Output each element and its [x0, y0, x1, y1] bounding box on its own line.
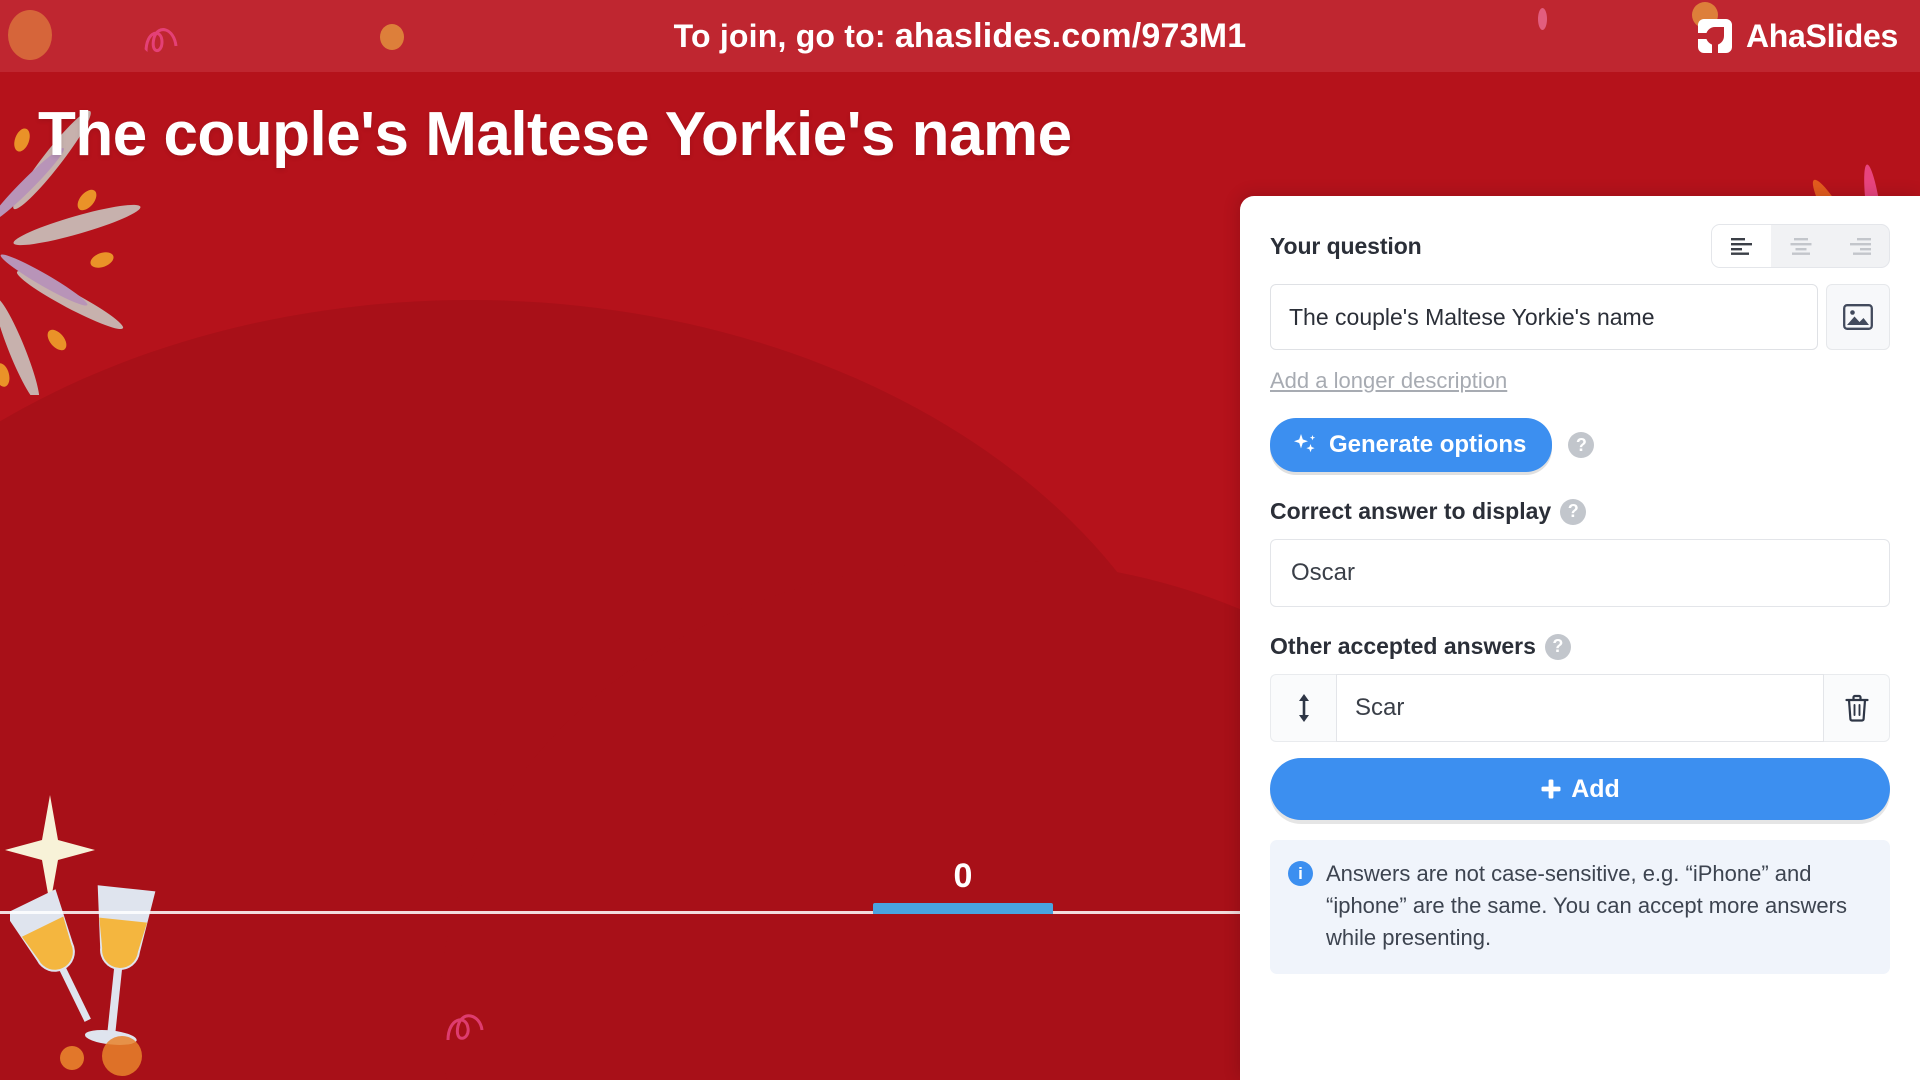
image-icon [1843, 304, 1873, 330]
other-answers-label-row: Other accepted answers ? [1270, 633, 1890, 660]
accepted-answer-delete-button[interactable] [1824, 674, 1890, 742]
other-answers-help-icon[interactable]: ? [1544, 633, 1571, 660]
accepted-answer-input[interactable]: Scar [1336, 674, 1824, 742]
trash-icon [1844, 694, 1869, 722]
text-align-group[interactable] [1711, 224, 1890, 268]
slide-title: The couple's Maltese Yorkie's name [38, 100, 1072, 169]
align-left-button[interactable] [1712, 225, 1771, 267]
accepted-answer-row: Scar [1270, 674, 1890, 742]
correct-answer-label-row: Correct answer to display ? [1270, 498, 1890, 525]
join-topbar: To join, go to: ahaslides.com/973M1 AhaS… [0, 0, 1920, 72]
join-code: ahaslides.com/973M1 [894, 16, 1247, 55]
brand-logo: AhaSlides [1695, 16, 1898, 56]
plus-icon [1541, 779, 1561, 799]
add-answer-button[interactable]: Add [1270, 758, 1890, 820]
other-answers-label: Other accepted answers [1270, 633, 1536, 659]
add-answer-label: Add [1571, 774, 1620, 803]
chart-bar-value: 0 [953, 857, 973, 895]
question-header-row: Your question [1270, 224, 1890, 268]
chart-axis-line [0, 911, 1240, 914]
app-root: To join, go to: ahaslides.com/973M1 AhaS… [0, 0, 1920, 1080]
align-right-button[interactable] [1830, 225, 1889, 267]
case-sensitivity-info-text: Answers are not case-sensitive, e.g. “iP… [1326, 861, 1847, 950]
generate-options-label: Generate options [1329, 431, 1527, 458]
question-editor-panel: Your question The couple's Maltese Yorki… [1240, 196, 1920, 1080]
correct-answer-help-icon[interactable]: ? [1560, 498, 1587, 525]
align-center-icon [1790, 238, 1811, 255]
correct-answer-label: Correct answer to display [1270, 498, 1552, 524]
question-image-button[interactable] [1826, 284, 1890, 350]
question-label: Your question [1270, 232, 1422, 259]
question-input[interactable]: The couple's Maltese Yorkie's name [1270, 284, 1818, 350]
chart-bar-rect [873, 903, 1053, 914]
join-prefix: To join, go to: [673, 17, 886, 54]
ahaslides-logo-icon [1696, 19, 1732, 54]
question-input-row: The couple's Maltese Yorkie's name [1270, 284, 1890, 350]
correct-answer-input[interactable]: Oscar [1270, 539, 1890, 607]
join-instruction: To join, go to: ahaslides.com/973M1 [674, 17, 1247, 56]
info-icon: i [1288, 861, 1313, 886]
case-sensitivity-info: i Answers are not case-sensitive, e.g. “… [1270, 840, 1890, 974]
sparkles-icon [1294, 434, 1316, 453]
drag-vertical-icon [1298, 694, 1309, 722]
generate-options-row: Generate options ? [1270, 418, 1890, 472]
generate-options-button[interactable]: Generate options [1270, 418, 1553, 472]
add-description-link[interactable]: Add a longer description [1270, 368, 1507, 394]
squiggle-decoration-topbar [144, 28, 178, 53]
align-right-icon [1849, 238, 1871, 255]
align-center-button[interactable] [1771, 225, 1830, 267]
align-left-icon [1730, 238, 1752, 255]
generate-options-help-icon[interactable]: ? [1568, 432, 1595, 458]
results-chart: 0 Oscar [0, 200, 1240, 1080]
brand-name: AhaSlides [1745, 17, 1898, 54]
accepted-answer-drag-handle[interactable] [1270, 674, 1336, 742]
